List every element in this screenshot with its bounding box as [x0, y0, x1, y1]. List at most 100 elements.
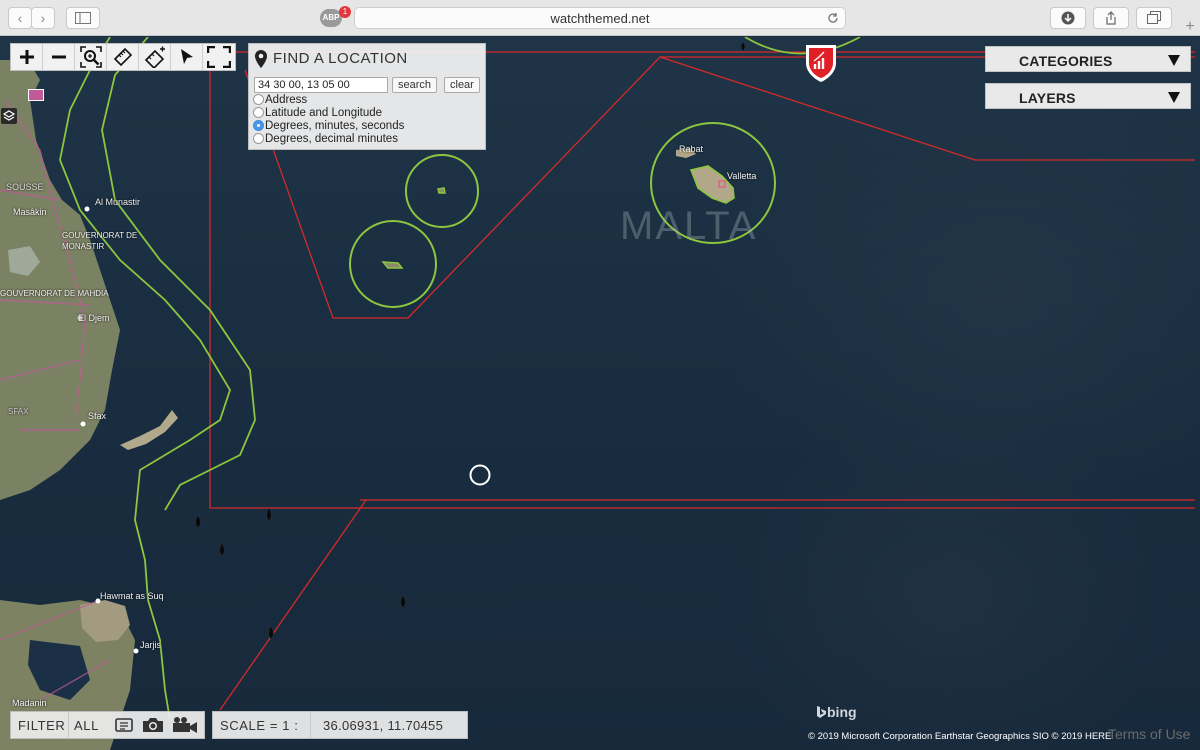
marker-drop-2	[195, 514, 201, 529]
marker-drop-6	[268, 625, 274, 640]
place-hawmat: Hawmat as Suq	[100, 591, 164, 601]
city-dot-sfax	[80, 421, 86, 427]
filter-label: FILTER	[18, 718, 66, 733]
reload-icon[interactable]	[827, 12, 839, 24]
url-text: watchthemed.net	[550, 11, 650, 26]
marker-drop-1	[740, 41, 746, 52]
land-tunisia-tint	[0, 60, 120, 500]
downloads-button[interactable]	[1050, 7, 1086, 29]
layers-chevron-down-icon	[1168, 92, 1180, 103]
measure-area-button[interactable]	[139, 44, 171, 70]
minus-icon	[51, 55, 66, 59]
map-attribution: © 2019 Microsoft Corporation Earthstar G…	[808, 731, 1112, 742]
poi-marker-pink	[28, 89, 44, 101]
forward-button[interactable]: ›	[31, 7, 55, 29]
place-masakin: Masâkin	[13, 207, 47, 217]
sar-line-2	[101, 37, 256, 511]
report-icon	[115, 718, 133, 732]
option-address-label: Address	[265, 94, 308, 106]
scale-bar: SCALE = 1 : 36.06931, 11.70455	[212, 711, 468, 739]
radio-ddm[interactable]	[253, 133, 264, 144]
country-label-malta: MALTA	[620, 204, 758, 248]
place-sfax: Sfax	[88, 411, 107, 421]
sidebar-toggle-button[interactable]	[66, 7, 100, 29]
map-toolbar	[10, 43, 236, 71]
place-gouvernorat-mahdia: GOUVERNORAT DE MAHDIA	[0, 289, 109, 298]
filter-all-button[interactable]: ALL	[74, 718, 99, 733]
pointer-icon	[180, 49, 193, 64]
option-lat-long-label: Latitude and Longitude	[265, 107, 383, 119]
search-button[interactable]: search	[392, 77, 438, 93]
video-camera-icon	[173, 717, 197, 733]
place-valletta: Valletta	[727, 171, 757, 181]
option-dms-label: Degrees, minutes, seconds	[265, 120, 405, 132]
city-dot-jarjis	[133, 648, 139, 654]
ruler-area-icon	[144, 46, 165, 68]
share-icon	[1106, 11, 1116, 25]
fullscreen-button[interactable]	[203, 44, 235, 70]
filter-divider	[68, 712, 69, 738]
map-overlay	[0, 37, 1195, 750]
filter-video-button[interactable]	[171, 716, 201, 739]
cursor-coordinates: 36.06931, 11.70455	[323, 718, 444, 733]
marker-drop-5	[400, 594, 406, 609]
measure-button[interactable]	[107, 44, 139, 70]
place-el-djem: El Djem	[78, 313, 110, 323]
cursor-ring	[469, 464, 491, 486]
address-bar[interactable]: watchthemed.net	[354, 7, 846, 29]
select-pointer-button[interactable]	[171, 44, 203, 70]
bing-logo: bing	[815, 704, 857, 720]
fullscreen-icon	[207, 46, 231, 68]
map-canvas[interactable]: MALTA Rabat Valletta SOUSSE Masâkin Al M…	[0, 37, 1200, 750]
place-rabat: Rabat	[679, 144, 704, 154]
island-kerkennah	[120, 410, 178, 450]
back-button[interactable]: ‹	[8, 7, 32, 29]
bing-icon	[817, 706, 826, 718]
radio-lat-long[interactable]	[253, 107, 264, 118]
bing-label: bing	[827, 704, 857, 720]
camera-icon	[143, 718, 163, 732]
radio-dms[interactable]	[253, 120, 264, 131]
zoom-out-button[interactable]	[43, 44, 75, 70]
scale-label: SCALE = 1 :	[220, 718, 299, 733]
location-pin-icon	[255, 50, 267, 68]
marker-drop-3	[266, 507, 272, 522]
coordinate-input[interactable]	[254, 77, 388, 93]
terms-of-use-link[interactable]: Terms of Use	[1108, 726, 1190, 742]
categories-dropdown[interactable]: CATEGORIES	[985, 46, 1191, 72]
filter-report-button[interactable]	[113, 717, 135, 738]
option-dms[interactable]: Degrees, minutes, seconds	[253, 120, 404, 133]
option-ddm-label: Degrees, decimal minutes	[265, 133, 398, 145]
clear-button[interactable]: clear	[444, 77, 480, 93]
option-ddm[interactable]: Degrees, decimal minutes	[253, 133, 398, 146]
filter-bar: FILTER ALL	[10, 711, 205, 739]
layers-label: LAYERS	[1019, 90, 1076, 106]
sidebar-icon	[75, 12, 91, 24]
categories-chevron-down-icon	[1168, 55, 1180, 66]
radio-address[interactable]	[253, 94, 264, 105]
tabs-icon	[1147, 11, 1161, 24]
browser-toolbar: ‹ › ABP 1 watchthemed.net +	[0, 0, 1200, 36]
place-al-munastir: Al Munastir	[95, 197, 141, 207]
place-jarjis: Jarjis	[140, 640, 162, 650]
zoom-region-icon	[79, 46, 102, 68]
option-address[interactable]: Address	[253, 94, 307, 107]
layers-dropdown[interactable]: LAYERS	[985, 83, 1191, 109]
place-sousse: SOUSSE	[6, 182, 44, 192]
option-lat-long[interactable]: Latitude and Longitude	[253, 107, 382, 120]
city-dot-munastir	[84, 206, 90, 212]
place-sfax-region: SFAX	[8, 407, 29, 416]
ruler-icon	[113, 47, 132, 67]
scale-divider	[310, 712, 311, 738]
zoom-in-button[interactable]	[11, 44, 43, 70]
new-tab-button[interactable]: +	[1180, 18, 1200, 36]
brand-shield-logo[interactable]	[803, 43, 839, 83]
tabs-button[interactable]	[1136, 7, 1172, 29]
categories-label: CATEGORIES	[1019, 53, 1113, 69]
plus-icon	[19, 50, 34, 64]
zoom-box-button[interactable]	[75, 44, 107, 70]
share-button[interactable]	[1093, 7, 1129, 29]
filter-photo-button[interactable]	[141, 716, 165, 739]
zone-line-6	[219, 499, 367, 711]
layers-stack-icon[interactable]	[1, 108, 17, 124]
